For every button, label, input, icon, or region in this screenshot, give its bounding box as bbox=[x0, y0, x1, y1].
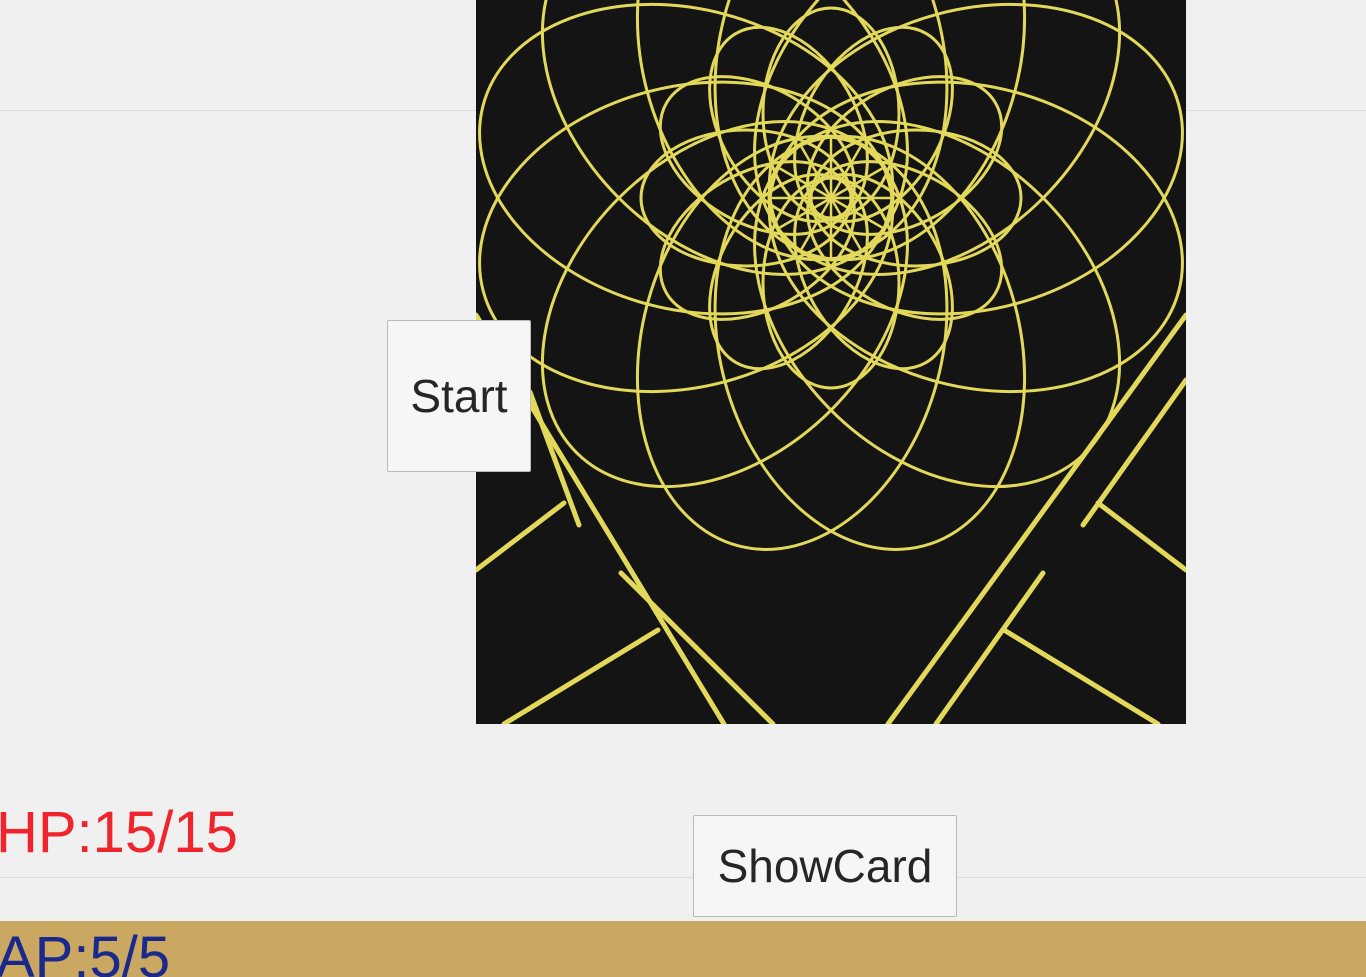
ap-bar: AP:5/5 bbox=[0, 921, 1366, 977]
ap-counter: AP:5/5 bbox=[0, 925, 171, 977]
game-screen: Start HP:15/15 ShowCard AP:5/5 bbox=[0, 0, 1366, 977]
card-back bbox=[476, 0, 1186, 724]
spirograph-rosette-icon bbox=[476, 0, 1186, 724]
show-card-button[interactable]: ShowCard bbox=[693, 815, 957, 917]
divider-bottom bbox=[0, 877, 1366, 878]
start-button[interactable]: Start bbox=[387, 320, 531, 472]
hp-counter: HP:15/15 bbox=[0, 800, 238, 865]
